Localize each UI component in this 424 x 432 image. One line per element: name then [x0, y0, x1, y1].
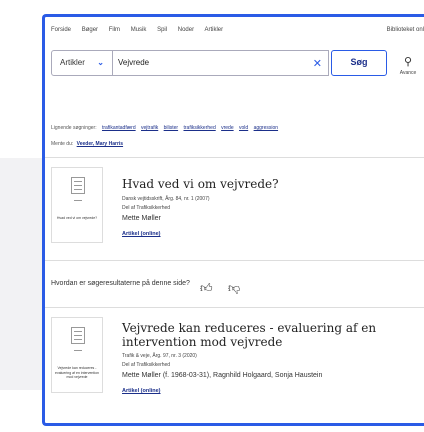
result-part-of: Del af Trafiksikkerhed	[122, 205, 171, 211]
divider	[45, 260, 424, 261]
result-source: Dansk vejtidsskrift, Årg. 84, nr. 1 (200…	[122, 196, 210, 202]
divider	[45, 307, 424, 308]
top-navigation: Forside Bøger Film Musik Spil Noder Arti…	[51, 27, 424, 39]
result-source: Trafik & veje, Årg. 97, nr. 3 (2020)	[122, 353, 197, 359]
related-term[interactable]: vejtrafik	[141, 125, 158, 131]
feedback-question: Hvordan er søgeresultaterne på denne sid…	[51, 280, 190, 287]
search-results-page: Forside Bøger Film Musik Spil Noder Arti…	[42, 14, 424, 426]
nav-link-musik[interactable]: Musik	[131, 27, 147, 33]
did-you-mean: Mente du: Veeder, Mary Harris	[51, 141, 123, 147]
thumbs-down-icon[interactable]: 👎︎	[228, 281, 240, 296]
document-icon	[71, 177, 85, 194]
search-button[interactable]: Søg	[331, 50, 387, 76]
nav-link-film[interactable]: Film	[109, 27, 120, 33]
related-term[interactable]: bilister	[164, 125, 178, 131]
result-title[interactable]: Vejvrede kan reduceres - evaluering af e…	[122, 321, 414, 349]
related-term[interactable]: vold	[239, 125, 248, 131]
search-icon: ⚲	[403, 56, 413, 68]
advanced-search-label: Avance	[399, 70, 417, 76]
related-searches: Lignende søgninger: trafikantadfærd vejt…	[51, 125, 278, 131]
related-term[interactable]: vrede	[221, 125, 234, 131]
thumbnail-title: Vejvrede kan reduceres - evaluering af e…	[55, 366, 99, 379]
result-part-of: Del af Trafiksikkerhed	[122, 362, 171, 368]
result-thumbnail[interactable]: Vejvrede kan reduceres - evaluering af e…	[51, 317, 103, 393]
chevron-down-icon: ⌄	[97, 58, 104, 67]
result-authors: Mette Møller (f. 1968-03-31), Ragnhild H…	[122, 372, 323, 379]
category-select-value: Artikler	[60, 58, 85, 67]
divider	[45, 157, 424, 158]
nav-link-biblioteket-online[interactable]: Biblioteket onl	[387, 27, 424, 33]
nav-link-forside[interactable]: Forside	[51, 27, 71, 33]
related-term[interactable]: trafiksikkerhed	[183, 125, 215, 131]
nav-link-artikler[interactable]: Artikler	[204, 27, 223, 33]
document-icon	[71, 327, 85, 344]
related-searches-label: Lignende søgninger:	[51, 125, 97, 131]
result-format-link[interactable]: Artikel (online)	[122, 388, 161, 394]
advanced-search-button[interactable]: ⚲ Avance	[393, 52, 423, 76]
search-input-value: Vejvrede	[118, 58, 150, 67]
did-you-mean-label: Mente du:	[51, 141, 74, 147]
thumbs-up-icon[interactable]: 👍︎	[200, 281, 213, 296]
result-format-link[interactable]: Artikel (online)	[122, 231, 161, 237]
search-bar: Artikler ⌄ Vejvrede ✕ Søg ⚲ Avance	[51, 50, 417, 76]
divider	[74, 200, 82, 201]
nav-link-spil[interactable]: Spil	[157, 27, 167, 33]
nav-link-noder[interactable]: Noder	[178, 27, 194, 33]
search-input[interactable]: Vejvrede ✕	[113, 50, 329, 76]
thumbnail-title: Hvad ved vi om vejvrede?	[56, 216, 98, 220]
related-term[interactable]: trafikantadfærd	[102, 125, 136, 131]
divider	[74, 350, 82, 351]
nav-link-boger[interactable]: Bøger	[82, 27, 98, 33]
side-panel	[0, 158, 42, 390]
result-title[interactable]: Hvad ved vi om vejvrede?	[122, 177, 279, 191]
related-term[interactable]: aggression	[254, 125, 278, 131]
category-select[interactable]: Artikler ⌄	[51, 50, 113, 76]
did-you-mean-link[interactable]: Veeder, Mary Harris	[77, 141, 123, 147]
result-authors: Mette Møller	[122, 215, 161, 222]
result-thumbnail[interactable]: Hvad ved vi om vejvrede?	[51, 167, 103, 243]
clear-icon[interactable]: ✕	[313, 57, 322, 70]
